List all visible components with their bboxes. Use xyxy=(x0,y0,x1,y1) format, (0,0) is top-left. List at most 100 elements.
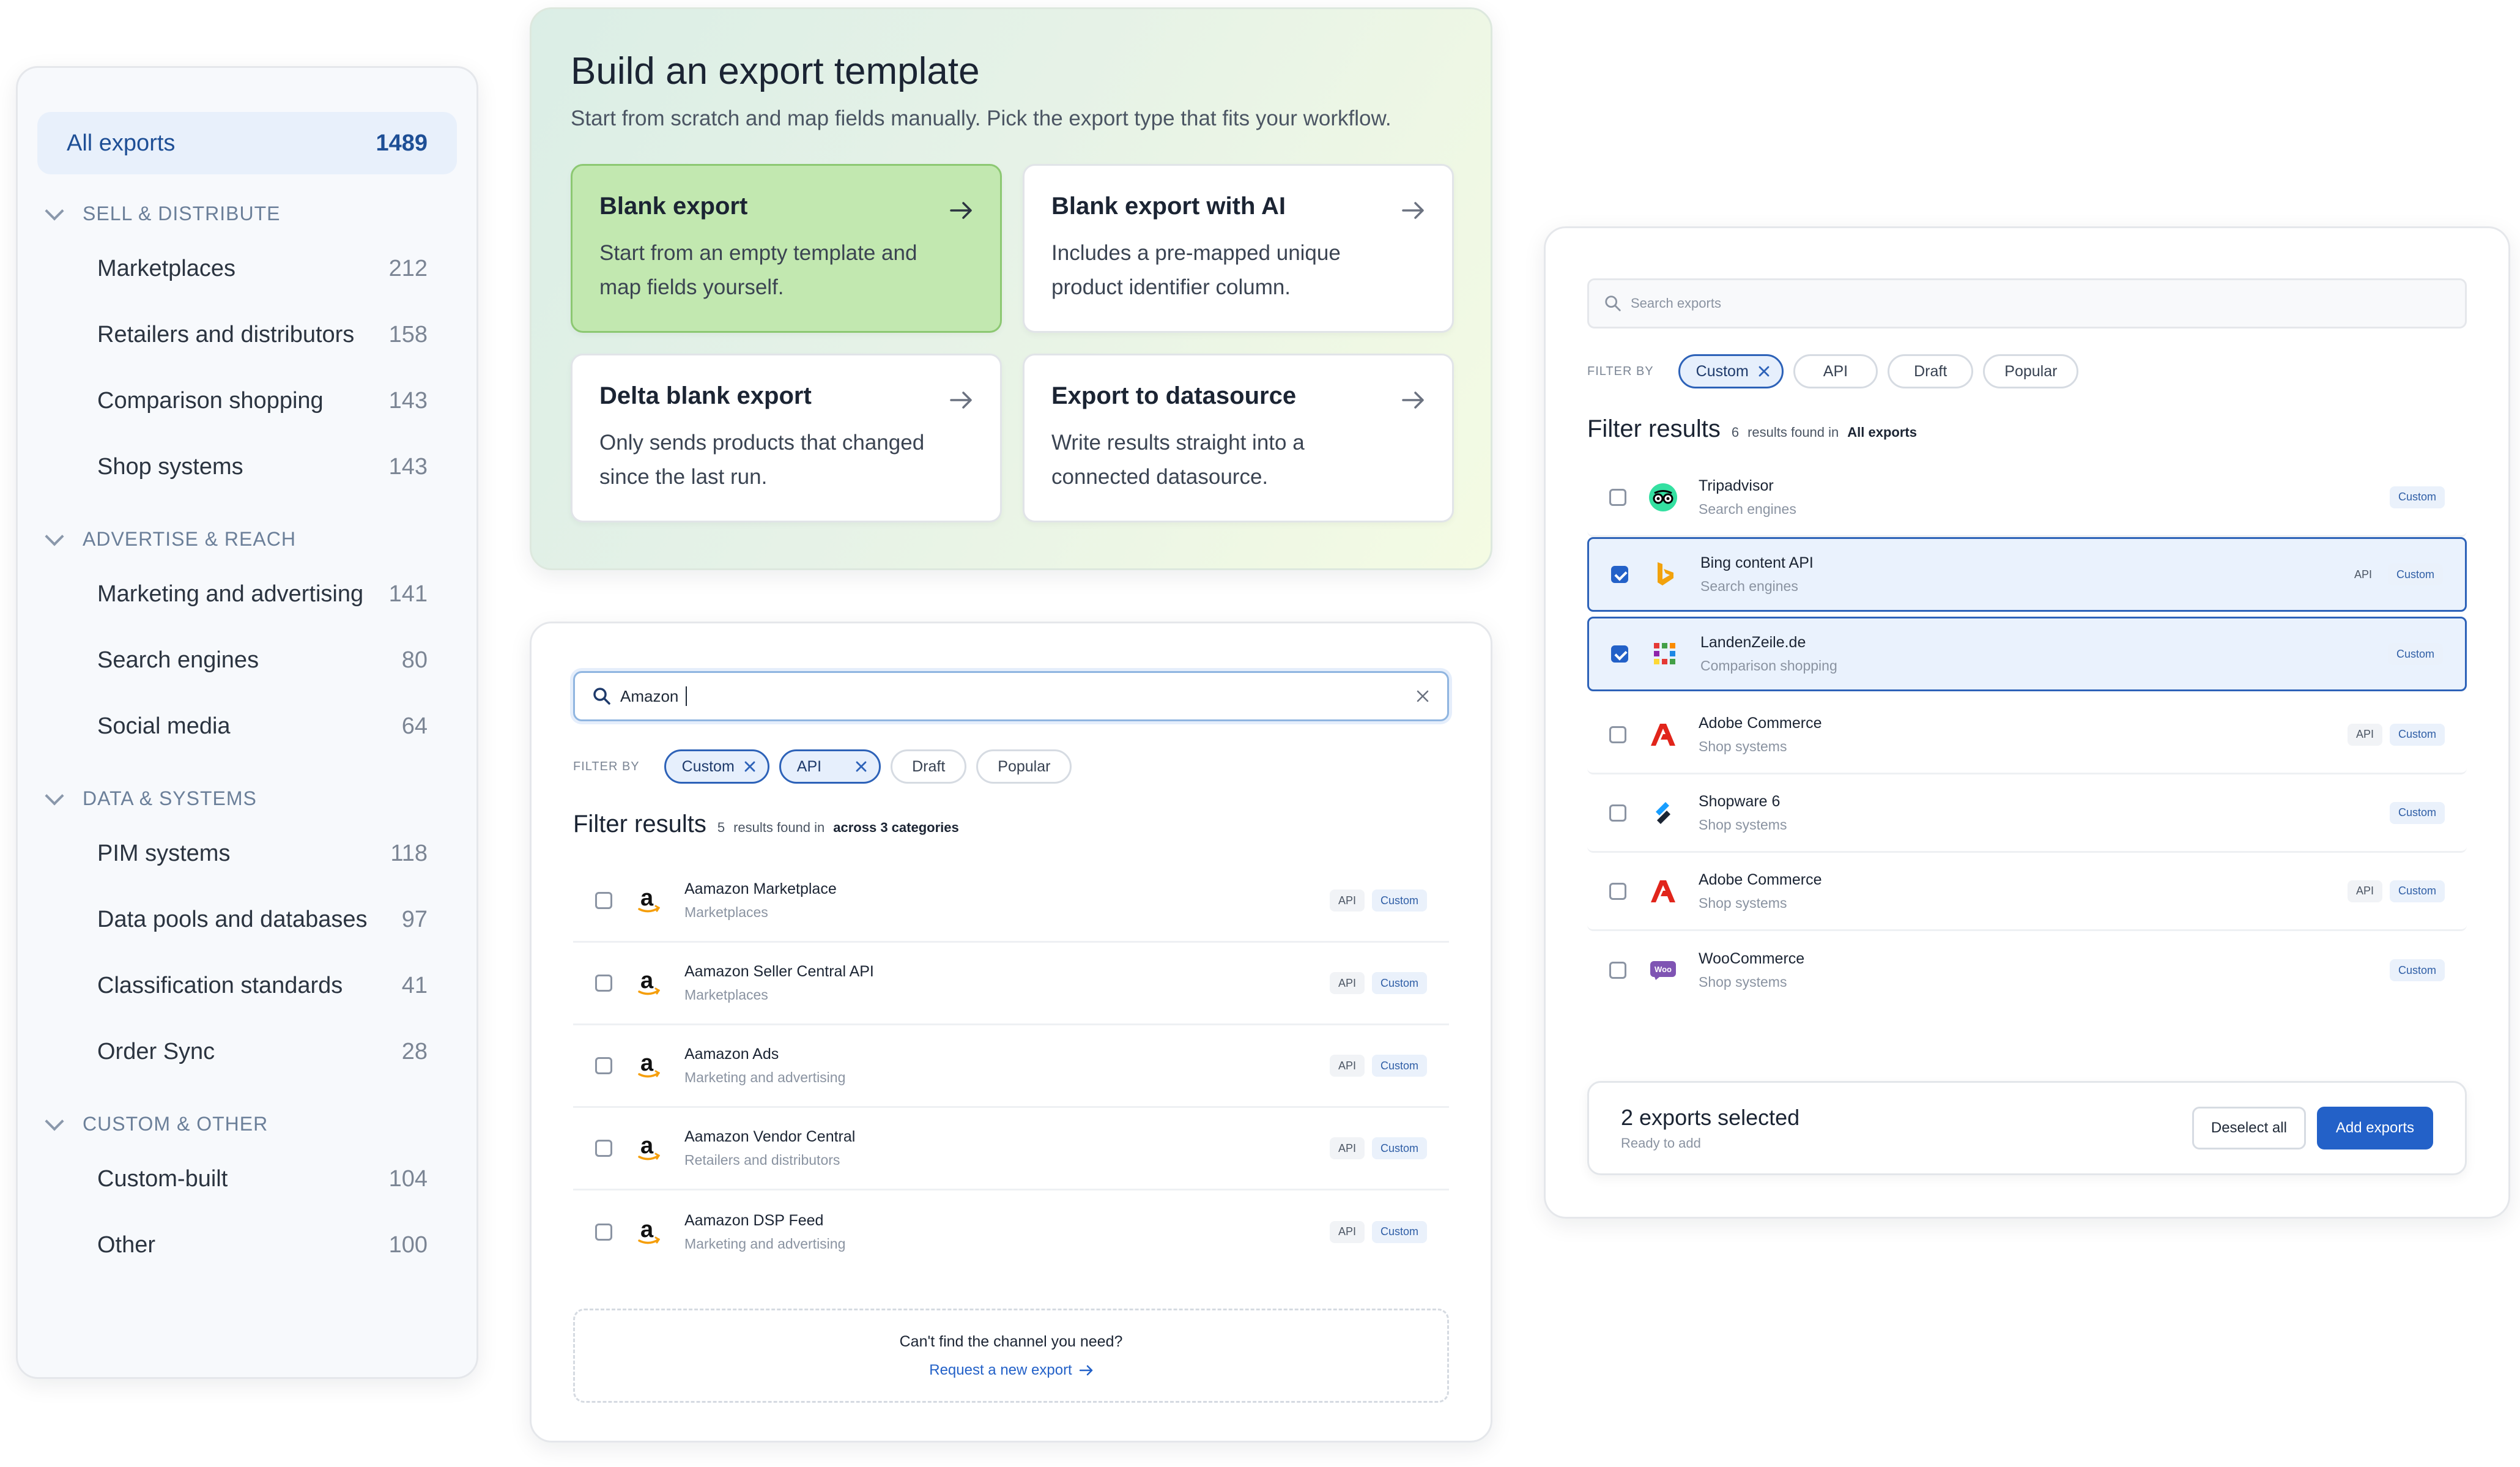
chip-label: Popular xyxy=(998,757,1051,775)
sidebar-item-label: Other xyxy=(97,1231,156,1258)
template-card-export-datasource[interactable]: Export to datasource Write results strai… xyxy=(1023,354,1454,522)
group-advertise-reach[interactable]: ADVERTISE & REACH xyxy=(37,517,457,561)
chevron-down-icon xyxy=(42,786,67,811)
row-checkbox[interactable] xyxy=(1609,488,1626,506)
template-card-grid: Blank export Start from an empty templat… xyxy=(571,164,1454,522)
sidebar-item-retailers[interactable]: Retailers and distributors 158 xyxy=(37,302,457,368)
filter-row: FILTER BY Custom API Draft Popular xyxy=(1587,354,2467,388)
row-checkbox-checked[interactable] xyxy=(1611,566,1628,583)
api-badge: API xyxy=(1329,972,1365,994)
list-item[interactable]: a Aamazon Vendor Central Retailers and di… xyxy=(573,1108,1449,1190)
sidebar-item-shop-systems[interactable]: Shop systems 143 xyxy=(37,434,457,500)
list-item-selected[interactable]: Bing content API Search engines API Custo… xyxy=(1587,537,2467,612)
list-item[interactable]: Tripadvisor Search engines Custom xyxy=(1587,459,2467,537)
search-input[interactable]: Amazon xyxy=(573,671,1449,721)
list-item[interactable]: Shopware 6 Shop systems Custom xyxy=(1587,774,2467,853)
amazon-logo-icon: a xyxy=(634,886,664,915)
api-badge: API xyxy=(1329,1055,1365,1077)
remove-chip-icon[interactable] xyxy=(743,760,757,773)
row-checkbox-checked[interactable] xyxy=(1611,645,1628,663)
export-template-panel: Build an export template Start from scra… xyxy=(530,7,1492,570)
deselect-all-button[interactable]: Deselect all xyxy=(2192,1107,2306,1149)
filter-chip-api[interactable]: API xyxy=(779,749,881,784)
sidebar-item-pim-systems[interactable]: PIM systems 118 xyxy=(37,820,457,886)
woo-logo-text: Woo xyxy=(1655,965,1672,974)
request-export-box: Can't find the channel you need? Request… xyxy=(573,1309,1449,1403)
row-checkbox[interactable] xyxy=(1609,726,1626,743)
remove-chip-icon[interactable] xyxy=(854,760,868,773)
list-item[interactable]: a Aamazon Marketplace Marketplaces API Cu… xyxy=(573,860,1449,943)
list-item[interactable]: a Aamazon Ads Marketing and advertising A… xyxy=(573,1025,1449,1108)
tripadvisor-logo-icon xyxy=(1648,483,1678,512)
list-item[interactable]: Woo WooCommerce Shop systems Custom xyxy=(1587,931,2467,1009)
request-export-link[interactable]: Request a new export xyxy=(929,1362,1092,1379)
list-item[interactable]: Adobe Commerce Shop systems API Custom xyxy=(1587,696,2467,774)
sidebar-item-comparison-shopping[interactable]: Comparison shopping 143 xyxy=(37,368,457,434)
row-name: Aamazon DSP Feed xyxy=(684,1211,824,1229)
row-checkbox[interactable] xyxy=(595,892,612,909)
filter-chip-popular[interactable]: Popular xyxy=(976,749,1072,784)
sidebar-item-label: Marketing and advertising xyxy=(97,581,364,607)
filter-chip-draft[interactable]: Draft xyxy=(1888,354,1974,388)
chip-label: API xyxy=(1823,362,1848,380)
sidebar-item-order-sync[interactable]: Order Sync 28 xyxy=(37,1019,457,1085)
results-title: Filter results xyxy=(573,811,706,837)
row-checkbox[interactable] xyxy=(1609,882,1626,900)
sidebar-item-marketplaces[interactable]: Marketplaces 212 xyxy=(37,236,457,302)
sidebar-item-label: Data pools and databases xyxy=(97,906,368,932)
sidebar-item-classification[interactable]: Classification standards 41 xyxy=(37,953,457,1019)
group-data-systems[interactable]: DATA & SYSTEMS xyxy=(37,776,457,820)
filter-chip-api[interactable]: API xyxy=(1793,354,1878,388)
row-checkbox[interactable] xyxy=(1609,804,1626,822)
add-exports-button[interactable]: Add exports xyxy=(2316,1107,2433,1149)
template-card-blank-export[interactable]: Blank export Start from an empty templat… xyxy=(571,164,1002,333)
clear-icon[interactable] xyxy=(1415,689,1430,704)
sidebar-item-social-media[interactable]: Social media 64 xyxy=(37,693,457,759)
row-checkbox[interactable] xyxy=(595,1140,612,1157)
chip-label: Popular xyxy=(2004,362,2058,380)
template-card-delta-export[interactable]: Delta blank export Only sends products t… xyxy=(571,354,1002,522)
search-icon xyxy=(1605,295,1621,311)
filter-chip-custom[interactable]: Custom xyxy=(1678,354,1784,388)
sidebar-item-other[interactable]: Other 100 xyxy=(37,1212,457,1278)
chip-label: Draft xyxy=(912,757,946,775)
remove-chip-icon[interactable] xyxy=(1757,365,1771,378)
row-checkbox[interactable] xyxy=(595,1223,612,1241)
row-category: Shop systems xyxy=(1699,738,1787,754)
sidebar-item-marketing[interactable]: Marketing and advertising 141 xyxy=(37,561,457,627)
search-query: Amazon xyxy=(620,686,679,705)
template-card-blank-export-ai[interactable]: Blank export with AI Includes a pre-mapp… xyxy=(1023,164,1454,333)
results-list: Tripadvisor Search engines Custom Bing co… xyxy=(1587,459,2467,1009)
sidebar-item-label: Marketplaces xyxy=(97,255,235,281)
filter-label: FILTER BY xyxy=(1587,364,1654,378)
row-name: WooCommerce xyxy=(1699,950,1805,967)
custom-badge: Custom xyxy=(1371,1220,1427,1243)
filter-chip-custom[interactable]: Custom xyxy=(664,749,769,784)
list-item-selected[interactable]: LandenZeile.de Comparison shopping Custom xyxy=(1587,617,2467,691)
row-name: Bing content API xyxy=(1700,554,1814,571)
search-input[interactable]: Search exports xyxy=(1587,278,2467,329)
row-name: Aamazon Ads xyxy=(684,1045,779,1063)
group-sell-distribute[interactable]: SELL & DISTRIBUTE xyxy=(37,191,457,236)
list-item[interactable]: Adobe Commerce Shop systems API Custom xyxy=(1587,853,2467,931)
row-checkbox[interactable] xyxy=(595,975,612,992)
group-title: CUSTOM & OTHER xyxy=(83,1112,269,1135)
sidebar-item-all-exports[interactable]: All exports 1489 xyxy=(37,112,457,174)
sidebar-item-label: Search engines xyxy=(97,647,259,673)
row-checkbox[interactable] xyxy=(595,1057,612,1074)
row-category: Comparison shopping xyxy=(1700,658,1837,674)
sidebar-item-search-engines[interactable]: Search engines 80 xyxy=(37,627,457,693)
woocommerce-logo-icon: Woo xyxy=(1648,956,1678,985)
custom-badge: Custom xyxy=(1371,1137,1427,1159)
sidebar-item-label: Classification standards xyxy=(97,972,343,998)
row-name: Tripadvisor xyxy=(1699,477,1774,494)
list-item[interactable]: a Aamazon DSP Feed Marketing and advertis… xyxy=(573,1190,1449,1273)
filter-chip-draft[interactable]: Draft xyxy=(891,749,967,784)
filter-chip-popular[interactable]: Popular xyxy=(1983,354,2079,388)
row-checkbox[interactable] xyxy=(1609,962,1626,979)
selection-bar: 2 exports selected Ready to add Deselect… xyxy=(1587,1081,2467,1175)
group-custom-other[interactable]: CUSTOM & OTHER xyxy=(37,1102,457,1146)
sidebar-item-data-pools[interactable]: Data pools and databases 97 xyxy=(37,886,457,953)
list-item[interactable]: a Aamazon Seller Central API Marketplaces… xyxy=(573,943,1449,1025)
sidebar-item-custom-built[interactable]: Custom-built 104 xyxy=(37,1146,457,1212)
